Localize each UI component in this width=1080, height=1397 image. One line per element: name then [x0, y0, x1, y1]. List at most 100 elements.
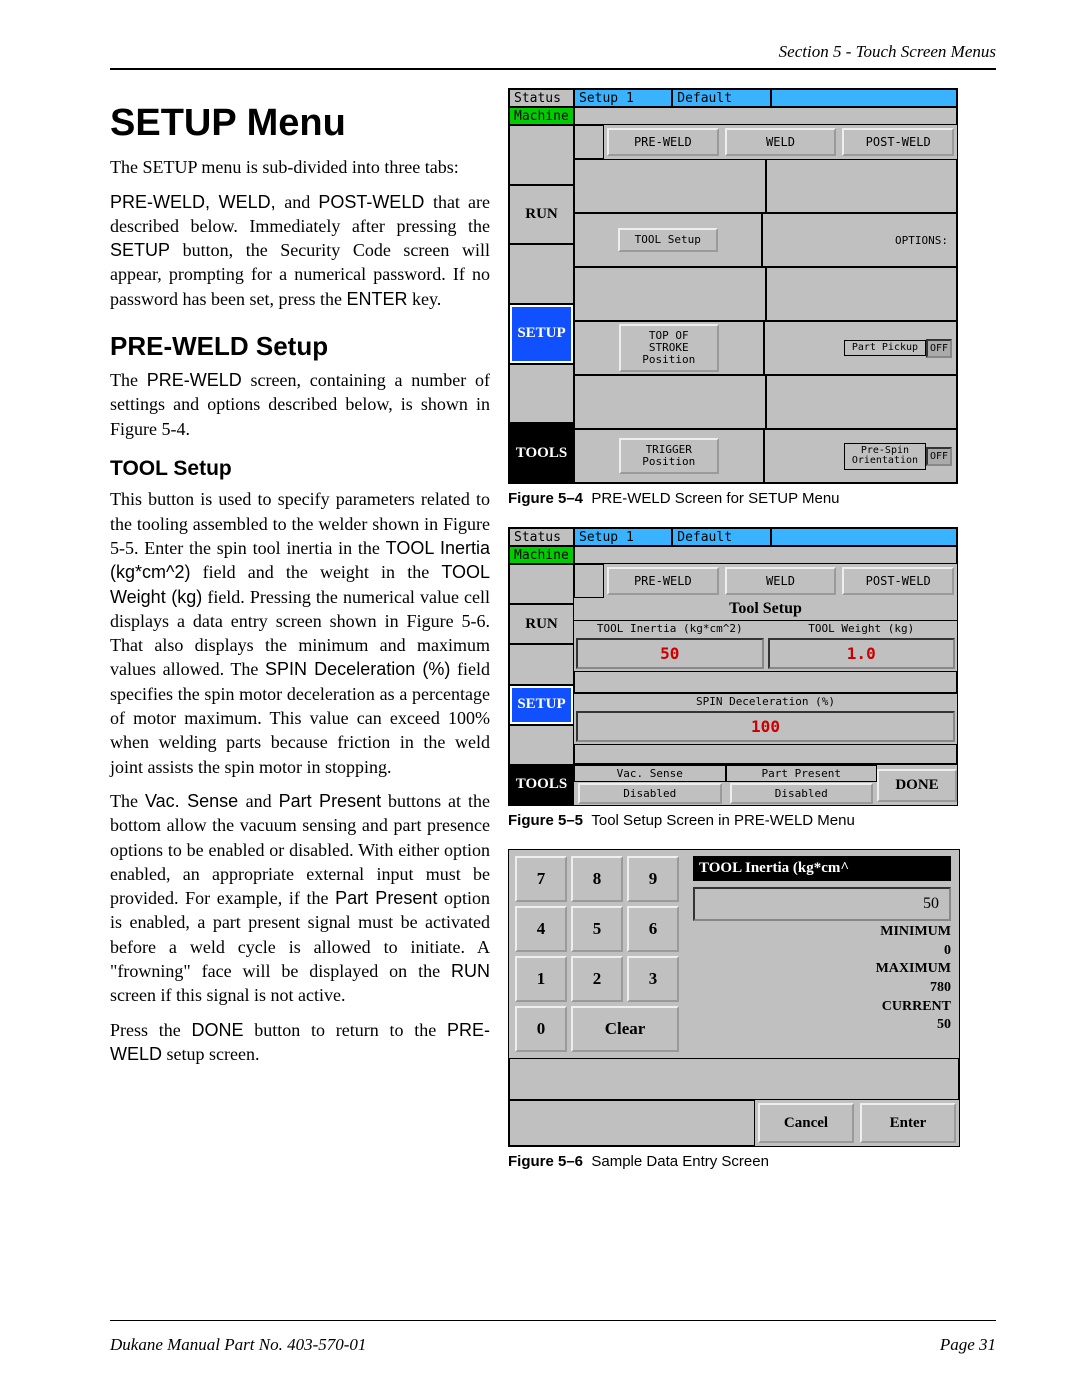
figure-5-6-caption: Figure 5–6 Sample Data Entry Screen	[508, 1153, 996, 1170]
txt: and	[246, 791, 279, 811]
prespin-toggle[interactable]: Pre-Spin Orientation OFF	[844, 443, 952, 470]
caption-bold: Figure 5–5	[508, 812, 583, 829]
prespin-label: Pre-Spin Orientation	[844, 443, 926, 470]
side-blank	[509, 564, 574, 604]
cell-tos: TOP OF STROKE Position	[574, 321, 764, 375]
figure-5-4-screen: Status Setup 1 Default Machine RUN	[508, 88, 958, 484]
txt: POST-WELD	[318, 192, 433, 212]
setup-name: Setup 1	[574, 89, 672, 107]
key-9[interactable]: 9	[627, 856, 679, 902]
txt: Part Present	[335, 888, 437, 908]
inertia-value[interactable]: 50	[576, 638, 764, 669]
key-3[interactable]: 3	[627, 956, 679, 1002]
cell-blank	[766, 159, 958, 213]
h2-preweld: PRE-WELD Setup	[110, 329, 490, 364]
cell-blank	[574, 159, 766, 213]
part-present-label: Part Present	[726, 765, 878, 782]
txt: key.	[407, 289, 441, 309]
status-blank	[574, 546, 957, 564]
hdr-inertia: TOOL Inertia (kg*cm^2)	[574, 621, 766, 636]
min-value: 0	[693, 944, 951, 959]
key-0[interactable]: 0	[515, 1006, 567, 1052]
spacer	[574, 671, 957, 693]
figure-5-6-screen: 7 8 9 4 5 6 1 2 3 0 Clear TOOL Inertia (…	[508, 849, 960, 1147]
figure-5-5-caption: Figure 5–5 Tool Setup Screen in PRE-WELD…	[508, 812, 996, 829]
max-label: MAXIMUM	[693, 962, 951, 977]
caption-bold: Figure 5–6	[508, 1153, 583, 1170]
cell-blank	[766, 267, 958, 321]
part-pickup-toggle[interactable]: Part Pickup OFF	[844, 339, 952, 358]
status-label: Status	[509, 528, 574, 546]
tab-postweld[interactable]: POST-WELD	[842, 567, 954, 595]
text-column: SETUP Menu The SETUP menu is sub-divided…	[110, 88, 490, 1190]
p-tool-1: This button is used to specify parameter…	[110, 487, 490, 779]
key-1[interactable]: 1	[515, 956, 567, 1002]
txt: SPIN Deceleration (%)	[265, 659, 450, 679]
side-blank	[509, 364, 574, 424]
txt: Press the	[110, 1020, 192, 1040]
tab-preweld[interactable]: PRE-WELD	[607, 567, 719, 595]
cell-part-pickup: Part Pickup OFF	[764, 321, 958, 375]
top-of-stroke-button[interactable]: TOP OF STROKE Position	[619, 324, 719, 372]
keypad-grid: 7 8 9 4 5 6 1 2 3 0 Clear	[509, 850, 685, 1058]
key-5[interactable]: 5	[571, 906, 623, 952]
status-blank	[574, 107, 957, 125]
done-button[interactable]: DONE	[877, 769, 957, 802]
side-blank	[509, 725, 574, 765]
txt: SETUP	[110, 240, 170, 260]
part-present-button[interactable]: Disabled	[730, 783, 874, 804]
tab-weld[interactable]: WELD	[725, 567, 837, 595]
bottom-rule	[110, 1320, 996, 1321]
spacer	[574, 744, 957, 764]
off-indicator: OFF	[926, 447, 952, 466]
setup-button[interactable]: SETUP	[509, 304, 574, 364]
spacer	[509, 1100, 755, 1146]
weight-value[interactable]: 1.0	[768, 638, 956, 669]
min-label: MINIMUM	[693, 925, 951, 940]
txt: Part Present	[279, 791, 382, 811]
options-label: OPTIONS:	[895, 234, 948, 247]
cancel-button[interactable]: Cancel	[758, 1103, 854, 1143]
setup-button[interactable]: SETUP	[509, 685, 574, 725]
tool-setup-button[interactable]: TOOL Setup	[618, 228, 718, 252]
footer-left: Dukane Manual Part No. 403-570-01	[110, 1335, 366, 1355]
side-blank	[509, 125, 574, 185]
side-blank	[509, 644, 574, 684]
cur-value: 50	[693, 1018, 951, 1033]
run-button[interactable]: RUN	[509, 604, 574, 644]
keypad-title: TOOL Inertia (kg*cm^	[693, 856, 951, 881]
txt: and	[284, 192, 318, 212]
run-button[interactable]: RUN	[509, 185, 574, 245]
vac-sense-button[interactable]: Disabled	[578, 783, 722, 804]
tab-postweld[interactable]: POST-WELD	[842, 128, 954, 156]
tool-setup-title: Tool Setup	[574, 598, 957, 620]
key-7[interactable]: 7	[515, 856, 567, 902]
txt: PRE-WELD	[147, 370, 242, 390]
tools-button[interactable]: TOOLS	[509, 423, 574, 483]
key-2[interactable]: 2	[571, 956, 623, 1002]
cur-label: CURRENT	[693, 1000, 951, 1015]
p-tabs: PRE-WELD, WELD, and POST-WELD that are d…	[110, 190, 490, 311]
tools-button[interactable]: TOOLS	[509, 765, 574, 805]
tab-preweld[interactable]: PRE-WELD	[607, 128, 719, 156]
key-6[interactable]: 6	[627, 906, 679, 952]
txt: Vac. Sense	[145, 791, 246, 811]
p-tool-3: Press the DONE button to return to the P…	[110, 1018, 490, 1067]
cell-trigger: TRIGGER Position	[574, 429, 764, 483]
txt: button to return to the	[244, 1020, 447, 1040]
header-section: Section 5 - Touch Screen Menus	[110, 42, 996, 62]
caption-text: PRE-WELD Screen for SETUP Menu	[591, 490, 839, 507]
status-label: Status	[509, 89, 574, 107]
footer: Dukane Manual Part No. 403-570-01 Page 3…	[110, 1335, 996, 1355]
decel-value[interactable]: 100	[576, 711, 955, 742]
setup-name: Setup 1	[574, 528, 672, 546]
tab-weld[interactable]: WELD	[725, 128, 837, 156]
part-pickup-label: Part Pickup	[844, 340, 926, 357]
keypad-display: 50	[693, 887, 951, 921]
key-clear[interactable]: Clear	[571, 1006, 679, 1052]
caption-text: Tool Setup Screen in PRE-WELD Menu	[591, 812, 854, 829]
key-4[interactable]: 4	[515, 906, 567, 952]
key-8[interactable]: 8	[571, 856, 623, 902]
enter-button[interactable]: Enter	[860, 1103, 956, 1143]
trigger-position-button[interactable]: TRIGGER Position	[619, 438, 719, 474]
